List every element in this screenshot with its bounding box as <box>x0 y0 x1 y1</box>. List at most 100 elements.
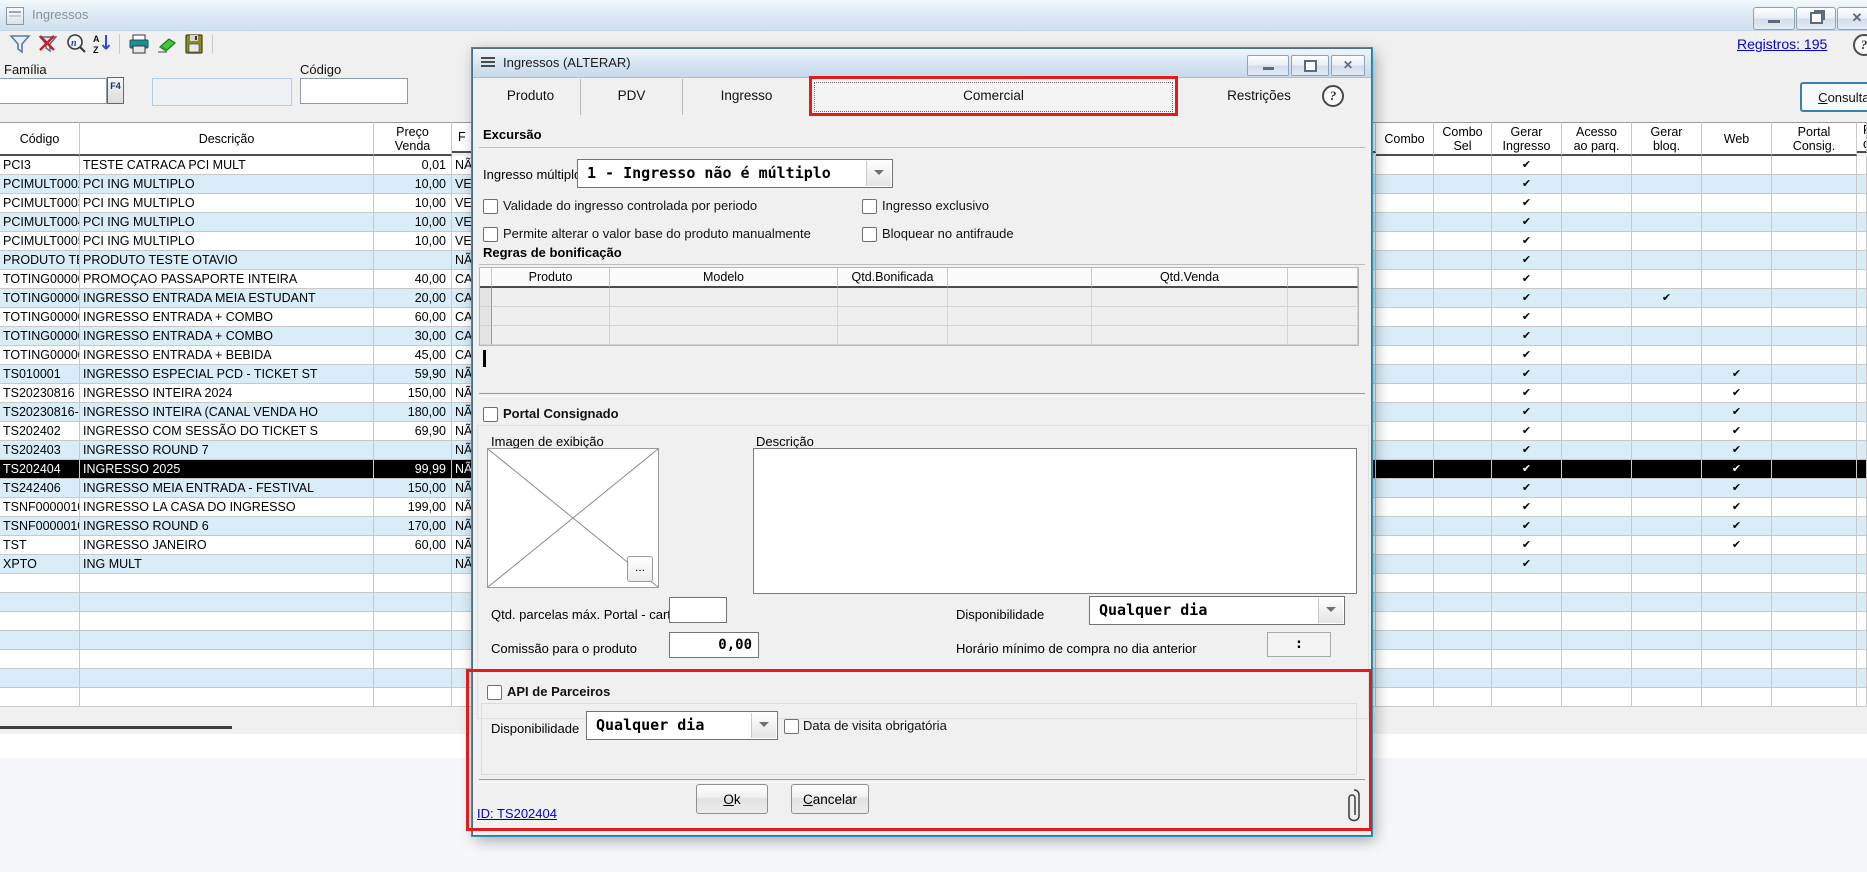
cell-codigo: TST <box>0 536 80 555</box>
cell-web <box>1702 327 1772 346</box>
cell-gerar: ✔ <box>1492 555 1562 574</box>
cell-sliver <box>1857 403 1867 422</box>
cell-descricao: PCI ING MULTIPLO <box>80 175 374 194</box>
chevron-down-icon[interactable] <box>751 713 776 738</box>
cell-codigo <box>0 650 80 669</box>
bloquear-antifraude-checkbox[interactable] <box>862 227 877 242</box>
column-header-preco-venda[interactable]: PreçoVenda <box>374 122 452 156</box>
api-disponibilidade-select[interactable]: Qualquer dia <box>586 711 778 740</box>
cell-portal <box>1772 669 1857 688</box>
dialog-help-icon[interactable]: ? <box>1322 85 1344 107</box>
ingresso-multiplo-select[interactable]: 1 - Ingresso não é múltiplo <box>577 159 893 188</box>
cell-web: ✔ <box>1702 517 1772 536</box>
disponibilidade-select[interactable]: Qualquer dia <box>1089 596 1345 625</box>
cell-acesso <box>1562 669 1632 688</box>
cell-descricao: INGRESSO ROUND 6 <box>80 517 374 536</box>
permite-alterar-checkbox[interactable] <box>483 227 498 242</box>
horario-minimo-input[interactable]: : <box>1267 632 1331 657</box>
api-parceiros-checkbox[interactable] <box>487 685 502 700</box>
column-header-combo-sel[interactable]: ComboSel <box>1434 122 1492 156</box>
filter-clear-icon[interactable] <box>37 33 59 55</box>
dialog-maximize-button[interactable] <box>1291 55 1329 76</box>
tab-pdv[interactable]: PDV <box>581 79 683 115</box>
bonificacao-grid[interactable]: ProdutoModeloQtd.BonificadaQtd.Venda <box>479 267 1359 346</box>
column-header-portal-consig-[interactable]: PortalConsig. <box>1772 122 1857 156</box>
close-button[interactable]: ✕ <box>1837 7 1867 30</box>
cell-preco <box>374 441 452 460</box>
restore-button[interactable] <box>1796 7 1836 30</box>
cell-gerar: ✔ <box>1492 384 1562 403</box>
cell-acesso <box>1562 612 1632 631</box>
browse-image-button[interactable]: ... <box>627 556 653 582</box>
record-id-link[interactable]: ID: TS202404 <box>477 806 557 821</box>
tab-restricoes[interactable]: Restrições <box>1177 79 1341 115</box>
cell-portal <box>1772 327 1857 346</box>
search-n-icon[interactable]: n <box>65 33 87 55</box>
bonificacao-row-empty[interactable] <box>480 326 1358 345</box>
dialog-close-button[interactable]: ✕ <box>1331 55 1365 76</box>
horizontal-scrollbar-thumb[interactable] <box>0 726 232 729</box>
column-header-acesso-ao-parq-[interactable]: Acessoao parq. <box>1562 122 1632 156</box>
bonificacao-row-empty[interactable] <box>480 307 1358 326</box>
cell-gerar: ✔ <box>1492 403 1562 422</box>
familia-input[interactable] <box>0 78 107 104</box>
svg-text:n: n <box>71 38 77 49</box>
consultar-button[interactable]: Consultar <box>1800 82 1867 112</box>
comissao-input[interactable]: 0,00 <box>669 632 759 658</box>
descricao-textarea[interactable] <box>753 448 1357 594</box>
column-header-codigo[interactable]: Código <box>0 122 80 156</box>
cell-combo-sel <box>1434 384 1492 403</box>
bonificacao-header-qtd-bonificada: Qtd.Bonificada <box>838 268 948 288</box>
dialog-menu-icon <box>481 57 495 68</box>
sort-az-icon[interactable]: A Z <box>92 33 114 55</box>
tab-ingresso[interactable]: Ingresso <box>683 79 811 115</box>
cell-bloq <box>1632 403 1702 422</box>
cell-sliver <box>1857 384 1867 403</box>
codigo-input[interactable] <box>300 78 408 104</box>
cell-web <box>1702 612 1772 631</box>
dialog-minimize-button[interactable] <box>1247 55 1289 76</box>
f4-lookup-button[interactable]: F4 <box>107 77 124 104</box>
cell-acesso <box>1562 270 1632 289</box>
tab-produto[interactable]: Produto <box>481 79 581 115</box>
cell-sliver <box>1857 669 1867 688</box>
chevron-down-icon[interactable] <box>866 161 891 186</box>
chevron-down-icon[interactable] <box>1318 598 1343 623</box>
filter-icon[interactable] <box>9 33 31 55</box>
column-header-gerar-bloq-[interactable]: Gerarbloq. <box>1632 122 1702 156</box>
cell-sliver <box>1857 232 1867 251</box>
print-icon[interactable] <box>128 33 150 55</box>
cell-bloq <box>1632 650 1702 669</box>
column-header-web[interactable]: Web <box>1702 122 1772 156</box>
ok-button[interactable]: Ok <box>696 784 768 814</box>
cell-gerar: ✔ <box>1492 327 1562 346</box>
cell-portal <box>1772 384 1857 403</box>
minimize-button[interactable] <box>1753 7 1795 30</box>
save-icon[interactable] <box>183 33 205 55</box>
cell-bloq <box>1632 593 1702 612</box>
column-header-gerar-ingresso[interactable]: GerarIngresso <box>1492 122 1562 156</box>
cell-codigo: TS010001 <box>0 365 80 384</box>
cell-combo-sel <box>1434 213 1492 232</box>
eraser-icon[interactable] <box>156 33 178 55</box>
validade-checkbox[interactable] <box>483 199 498 214</box>
cell-codigo <box>0 593 80 612</box>
api-disponibilidade-label: Disponibilidade <box>491 721 579 736</box>
registros-link[interactable]: Registros: 195 <box>1737 36 1827 52</box>
cancel-button[interactable]: Cancelar <box>791 784 869 814</box>
data-visita-checkbox[interactable] <box>784 719 799 734</box>
bonificacao-row-empty[interactable] <box>480 288 1358 307</box>
column-header-descricao[interactable]: Descrição <box>80 122 374 156</box>
cell-sliver <box>1857 612 1867 631</box>
column-header-combo[interactable]: Combo <box>1376 122 1434 156</box>
portal-consignado-checkbox[interactable] <box>483 407 498 422</box>
ingresso-exclusivo-checkbox[interactable] <box>862 199 877 214</box>
cell-combo-sel <box>1434 460 1492 479</box>
qtd-parcelas-input[interactable] <box>669 597 727 623</box>
cell-descricao: PROMOÇAO PASSAPORTE INTEIRA <box>80 270 374 289</box>
cell-descricao: INGRESSO MEIA ENTRADA - FESTIVAL <box>80 479 374 498</box>
tab-comercial[interactable]: Comercial <box>811 79 1177 115</box>
cell-acesso <box>1562 251 1632 270</box>
column-header-f-de[interactable]: Fde <box>1857 122 1867 153</box>
cell-descricao: INGRESSO ROUND 7 <box>80 441 374 460</box>
